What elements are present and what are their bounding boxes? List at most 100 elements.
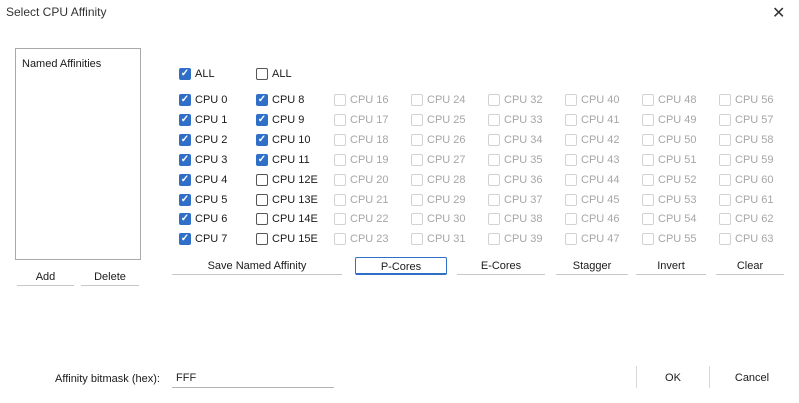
cpu-checkbox: CPU 26 bbox=[411, 132, 466, 148]
cpu-checkbox[interactable]: CPU 13E bbox=[256, 192, 318, 208]
checkbox-box bbox=[334, 194, 346, 206]
cpu-checkbox: CPU 39 bbox=[488, 231, 543, 247]
cpu-checkbox[interactable]: CPU 11 bbox=[256, 152, 310, 168]
cpu-checkbox[interactable]: CPU 0 bbox=[179, 92, 227, 108]
cpu-label: CPU 27 bbox=[427, 154, 466, 166]
cpu-checkbox[interactable]: CPU 3 bbox=[179, 152, 227, 168]
checkbox-box[interactable] bbox=[256, 154, 268, 166]
checkbox-box[interactable] bbox=[256, 94, 268, 106]
select-all-checkbox[interactable]: ALL bbox=[256, 66, 292, 82]
checkbox-box bbox=[488, 134, 500, 146]
cpu-label: CPU 38 bbox=[504, 213, 543, 225]
cpu-checkbox[interactable]: CPU 2 bbox=[179, 132, 227, 148]
cpu-checkbox: CPU 22 bbox=[334, 211, 389, 227]
checkbox-box bbox=[334, 233, 346, 245]
cpu-label: CPU 1 bbox=[195, 114, 228, 126]
cpu-label: CPU 41 bbox=[581, 114, 620, 126]
cpu-label: CPU 40 bbox=[581, 94, 620, 106]
cpu-checkbox[interactable]: CPU 15E bbox=[256, 231, 318, 247]
cpu-label: CPU 44 bbox=[581, 174, 620, 186]
named-affinities-header: Named Affinities bbox=[22, 58, 102, 70]
checkbox-box[interactable] bbox=[179, 233, 191, 245]
cpu-checkbox: CPU 50 bbox=[642, 132, 697, 148]
checkbox-box bbox=[411, 114, 423, 126]
bitmask-input[interactable] bbox=[172, 368, 334, 388]
checkbox-box bbox=[719, 213, 731, 225]
cpu-label: CPU 23 bbox=[350, 233, 389, 245]
checkbox-box bbox=[334, 134, 346, 146]
checkbox-box bbox=[565, 134, 577, 146]
cpu-checkbox[interactable]: CPU 4 bbox=[179, 172, 227, 188]
cpu-label: CPU 35 bbox=[504, 154, 543, 166]
checkbox-box[interactable] bbox=[179, 68, 191, 80]
checkbox-box[interactable] bbox=[179, 154, 191, 166]
p-cores-button[interactable]: P-Cores bbox=[355, 257, 447, 275]
delete-button[interactable]: Delete bbox=[81, 268, 139, 286]
checkbox-box[interactable] bbox=[256, 233, 268, 245]
add-button[interactable]: Add bbox=[17, 268, 74, 286]
checkbox-box[interactable] bbox=[179, 94, 191, 106]
cpu-checkbox: CPU 38 bbox=[488, 211, 543, 227]
checkbox-box[interactable] bbox=[179, 213, 191, 225]
cpu-checkbox[interactable]: CPU 12E bbox=[256, 172, 318, 188]
cpu-checkbox[interactable]: CPU 1 bbox=[179, 112, 227, 128]
select-all-label: ALL bbox=[272, 68, 292, 80]
stagger-button[interactable]: Stagger bbox=[556, 257, 628, 275]
checkbox-box[interactable] bbox=[179, 134, 191, 146]
checkbox-box bbox=[642, 233, 654, 245]
named-affinities-list[interactable]: Named Affinities bbox=[15, 48, 141, 260]
checkbox-box bbox=[334, 154, 346, 166]
cpu-checkbox: CPU 35 bbox=[488, 152, 543, 168]
checkbox-box bbox=[488, 154, 500, 166]
checkbox-box[interactable] bbox=[256, 68, 268, 80]
checkbox-box bbox=[334, 213, 346, 225]
checkbox-box[interactable] bbox=[179, 114, 191, 126]
checkbox-box[interactable] bbox=[179, 194, 191, 206]
checkbox-box bbox=[565, 94, 577, 106]
checkbox-box bbox=[411, 194, 423, 206]
cpu-checkbox: CPU 31 bbox=[411, 231, 466, 247]
close-icon[interactable]: ✕ bbox=[772, 3, 785, 23]
cpu-checkbox[interactable]: CPU 8 bbox=[256, 92, 304, 108]
cpu-label: CPU 59 bbox=[735, 154, 774, 166]
checkbox-box bbox=[411, 174, 423, 186]
checkbox-box bbox=[565, 213, 577, 225]
cpu-checkbox[interactable]: CPU 14E bbox=[256, 211, 318, 227]
checkbox-box[interactable] bbox=[256, 213, 268, 225]
ok-button[interactable]: OK bbox=[643, 369, 703, 387]
cpu-checkbox: CPU 24 bbox=[411, 92, 466, 108]
save-named-affinity-button[interactable]: Save Named Affinity bbox=[172, 257, 342, 275]
cpu-checkbox[interactable]: CPU 10 bbox=[256, 132, 311, 148]
checkbox-box[interactable] bbox=[256, 114, 268, 126]
cpu-checkbox: CPU 47 bbox=[565, 231, 620, 247]
cpu-label: CPU 9 bbox=[272, 114, 305, 126]
cpu-checkbox[interactable]: CPU 9 bbox=[256, 112, 304, 128]
cpu-label: CPU 58 bbox=[735, 134, 774, 146]
cpu-label: CPU 29 bbox=[427, 194, 466, 206]
cpu-label: CPU 0 bbox=[195, 94, 228, 106]
invert-button[interactable]: Invert bbox=[636, 257, 706, 275]
checkbox-box bbox=[488, 174, 500, 186]
cpu-checkbox[interactable]: CPU 7 bbox=[179, 231, 227, 247]
cpu-label: CPU 11 bbox=[272, 154, 310, 166]
checkbox-box bbox=[488, 94, 500, 106]
checkbox-box[interactable] bbox=[256, 174, 268, 186]
cancel-button[interactable]: Cancel bbox=[716, 369, 788, 387]
select-all-checkbox[interactable]: ALL bbox=[179, 66, 215, 82]
checkbox-box[interactable] bbox=[256, 194, 268, 206]
cpu-label: CPU 45 bbox=[581, 194, 620, 206]
checkbox-box[interactable] bbox=[179, 174, 191, 186]
checkbox-box bbox=[642, 134, 654, 146]
cpu-checkbox: CPU 34 bbox=[488, 132, 543, 148]
clear-button[interactable]: Clear bbox=[716, 257, 784, 275]
cpu-label: CPU 48 bbox=[658, 94, 697, 106]
e-cores-button[interactable]: E-Cores bbox=[457, 257, 545, 275]
cpu-checkbox[interactable]: CPU 5 bbox=[179, 192, 227, 208]
cpu-checkbox: CPU 51 bbox=[642, 152, 697, 168]
cpu-checkbox: CPU 55 bbox=[642, 231, 697, 247]
cpu-checkbox: CPU 20 bbox=[334, 172, 389, 188]
cpu-label: CPU 12E bbox=[272, 174, 318, 186]
cpu-checkbox: CPU 53 bbox=[642, 192, 697, 208]
cpu-checkbox[interactable]: CPU 6 bbox=[179, 211, 227, 227]
checkbox-box[interactable] bbox=[256, 134, 268, 146]
